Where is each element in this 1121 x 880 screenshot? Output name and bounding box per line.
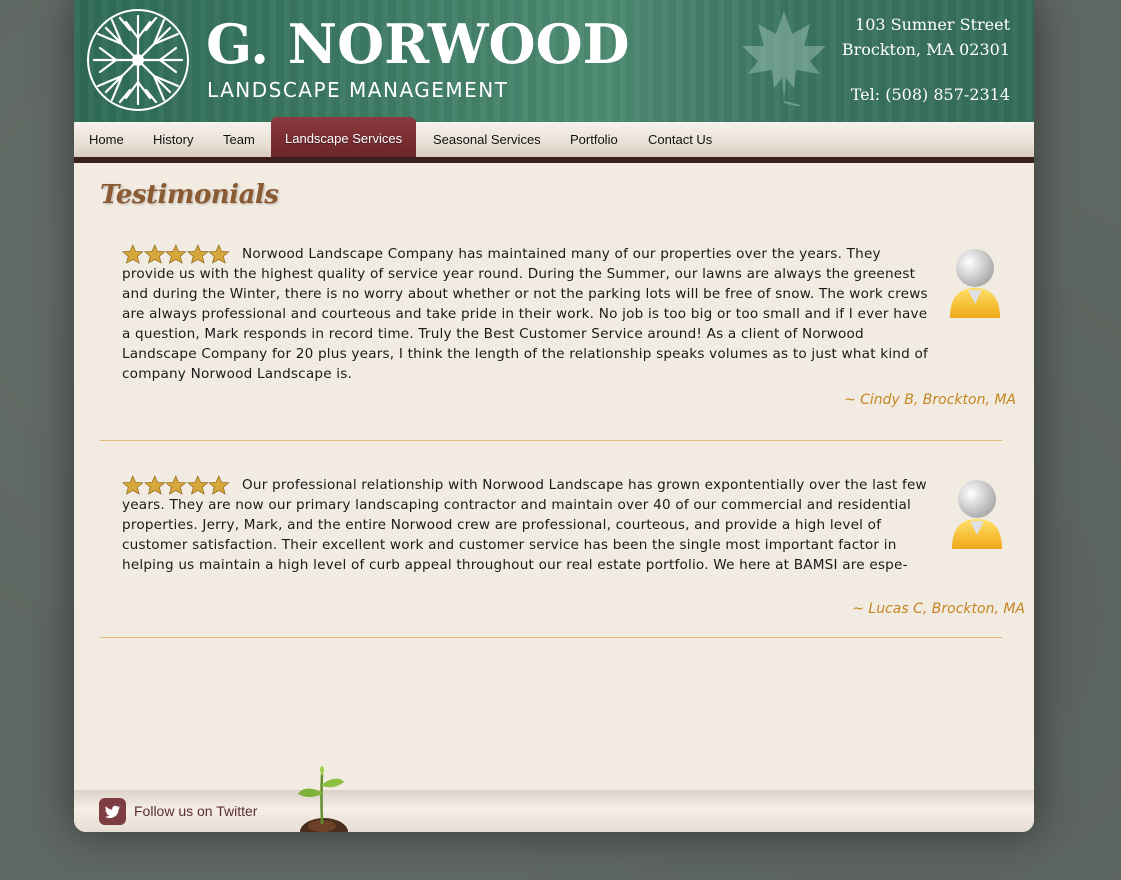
page-container: G. NORWOOD LANDSCAPE MANAGEMENT 103 Sumn…	[74, 0, 1034, 832]
star-icon	[186, 475, 209, 495]
divider	[100, 637, 1002, 638]
star-icon	[143, 475, 166, 495]
star-icon	[122, 475, 144, 495]
twitter-button[interactable]	[99, 798, 126, 825]
tree-logo-icon[interactable]	[86, 8, 190, 112]
testimonial-card: Our professional relationship with Norwo…	[122, 475, 1025, 617]
star-icon	[186, 244, 209, 264]
user-avatar-icon	[952, 480, 1002, 549]
twitter-bird-icon	[105, 805, 120, 819]
phone-number[interactable]: Tel: (508) 857-2314	[842, 82, 1010, 107]
brand-subtitle: LANDSCAPE MANAGEMENT	[207, 78, 509, 102]
sprout-icon	[298, 766, 348, 832]
nav-item-team[interactable]: Team	[223, 122, 255, 157]
page-title: Testimonials	[100, 180, 279, 210]
address-city: Brockton, MA 02301	[841, 40, 1010, 59]
star-icon	[165, 244, 187, 264]
nav-item-seasonal-services[interactable]: Seasonal Services	[433, 122, 541, 157]
nav-item-portfolio[interactable]: Portfolio	[570, 122, 618, 157]
main-nav: Home History Team Landscape Services Sea…	[74, 117, 1034, 163]
nav-item-contact-us[interactable]: Contact Us	[648, 122, 712, 157]
star-icon	[143, 244, 166, 264]
twitter-link[interactable]: Follow us on Twitter	[134, 803, 257, 819]
nav-item-landscape-services[interactable]: Landscape Services	[271, 117, 417, 157]
brand-title: G. NORWOOD	[206, 12, 630, 76]
address-street: 103 Sumner Street	[855, 15, 1010, 34]
star-icon	[165, 475, 187, 495]
nav-item-history[interactable]: History	[153, 122, 193, 157]
star-icon	[208, 244, 230, 264]
site-footer: Follow us on Twitter	[74, 790, 1034, 832]
divider	[100, 440, 1002, 441]
star-icon	[208, 475, 230, 495]
site-header: G. NORWOOD LANDSCAPE MANAGEMENT 103 Sumn…	[74, 0, 1034, 122]
star-rating	[122, 475, 230, 495]
testimonial-card: Norwood Landscape Company has maintained…	[122, 244, 1016, 408]
star-icon	[122, 244, 144, 264]
contact-address: 103 Sumner Street Brockton, MA 02301 Tel…	[842, 12, 1010, 107]
testimonial-text: Norwood Landscape Company has maintained…	[122, 246, 928, 382]
testimonial-author: ~ Cindy B, Brockton, MA	[843, 392, 1016, 408]
testimonial-author: ~ Lucas C, Brockton, MA	[852, 601, 1025, 617]
nav-item-home[interactable]: Home	[89, 122, 124, 157]
star-rating	[122, 244, 230, 264]
testimonial-text: Our professional relationship with Norwo…	[122, 477, 927, 573]
maple-leaf-icon	[742, 11, 826, 106]
user-avatar-icon	[950, 249, 1000, 318]
